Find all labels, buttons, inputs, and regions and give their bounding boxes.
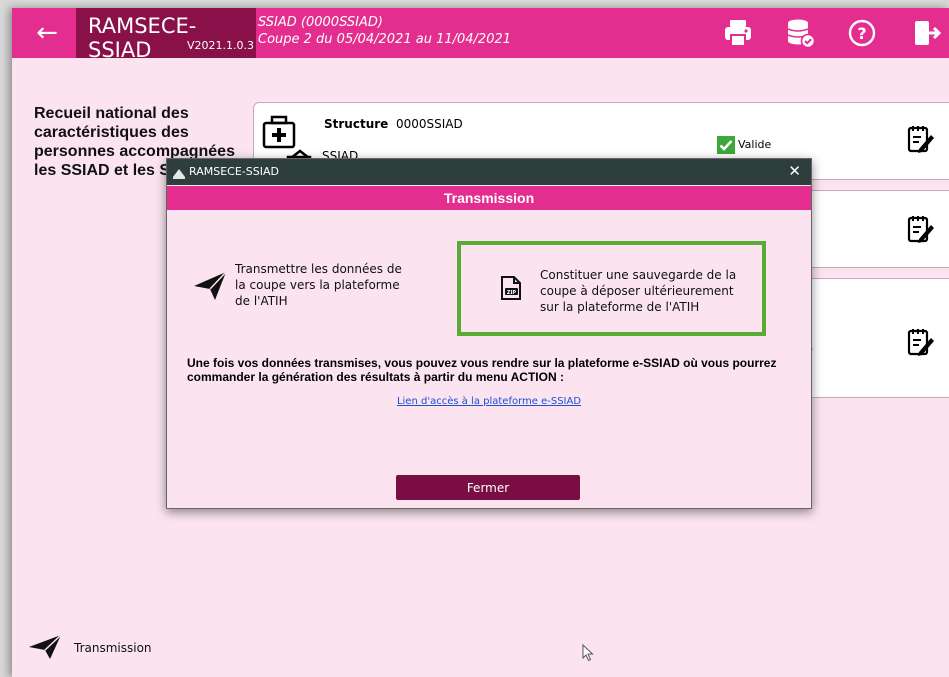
back-arrow-icon[interactable]: ←	[32, 18, 62, 48]
transmit-option-text: Transmettre les données de la coupe vers…	[235, 261, 402, 309]
database-check-icon[interactable]	[783, 17, 817, 49]
header-entity: SSIAD (0000SSIAD)	[258, 15, 383, 30]
app-brand: RAMSECE-SSIAD V2021.1.0.3	[76, 8, 256, 62]
edit-note-icon[interactable]	[906, 213, 934, 250]
edit-note-icon[interactable]	[906, 123, 934, 160]
close-icon[interactable]: ✕	[788, 162, 801, 180]
paper-plane-icon	[194, 271, 227, 300]
app-logo-icon	[173, 166, 185, 184]
svg-text:?: ?	[857, 24, 866, 43]
paper-plane-icon	[29, 634, 62, 659]
backup-option-line1: Constituer une sauvegarde de la	[540, 268, 737, 282]
backup-option-line2: coupe à déposer ultérieurement	[540, 284, 734, 298]
e-ssiad-link[interactable]: Lien d'accès à la plateforme e-SSIAD	[167, 396, 811, 407]
transmission-button[interactable]: Transmission	[28, 632, 168, 662]
backup-option-text: Constituer une sauvegarde de la coupe à …	[540, 267, 736, 315]
transmit-option-line1: Transmettre les données de	[235, 262, 402, 276]
dialog-header: Transmission	[167, 186, 811, 210]
mouse-pointer-icon	[582, 643, 594, 667]
transmission-dialog: RAMSECE-SSIAD ✕ Transmission Transmettre…	[166, 158, 812, 509]
dialog-titlebar: RAMSECE-SSIAD ✕	[167, 159, 811, 185]
backup-option-line3: sur la plateforme de l'ATIH	[540, 300, 700, 314]
app-window: ← RAMSECE-SSIAD V2021.1.0.3 SSIAD (0000S…	[12, 8, 949, 677]
header-context: SSIAD (0000SSIAD) Coupe 2 du 05/04/2021 …	[258, 14, 511, 48]
transmit-option-line3: de l'ATIH	[235, 294, 288, 308]
top-bar: ← RAMSECE-SSIAD V2021.1.0.3 SSIAD (0000S…	[12, 8, 949, 62]
header-period: Coupe 2 du 05/04/2021 au 11/04/2021	[258, 32, 512, 47]
transmit-option-line2: la coupe vers la plateforme	[235, 278, 400, 292]
app-version: V2021.1.0.3	[186, 39, 254, 52]
transmit-option-button[interactable]: Transmettre les données de la coupe vers…	[193, 257, 433, 317]
backup-option-button[interactable]: ZIP Constituer une sauvegarde de la coup…	[457, 241, 766, 336]
logout-icon[interactable]	[909, 17, 943, 49]
status-badge: Valide	[738, 138, 772, 151]
app-name: RAMSECE-SSIAD	[88, 14, 197, 62]
zip-file-icon: ZIP	[501, 276, 521, 300]
help-icon[interactable]: ?	[845, 17, 879, 49]
info-message: Une fois vos données transmises, vous po…	[187, 356, 777, 384]
structure-code: 0000SSIAD	[395, 117, 463, 131]
svg-text:ZIP: ZIP	[507, 290, 516, 296]
printer-icon[interactable]	[721, 17, 755, 49]
transmission-label: Transmission	[74, 641, 152, 655]
check-icon	[717, 136, 735, 159]
structure-label-text: Structure	[324, 117, 389, 131]
dialog-window-title: RAMSECE-SSIAD	[189, 165, 279, 178]
edit-note-icon[interactable]	[906, 326, 934, 363]
structure-label: Structure 0000SSIAD	[324, 117, 463, 131]
close-button[interactable]: Fermer	[396, 475, 580, 500]
